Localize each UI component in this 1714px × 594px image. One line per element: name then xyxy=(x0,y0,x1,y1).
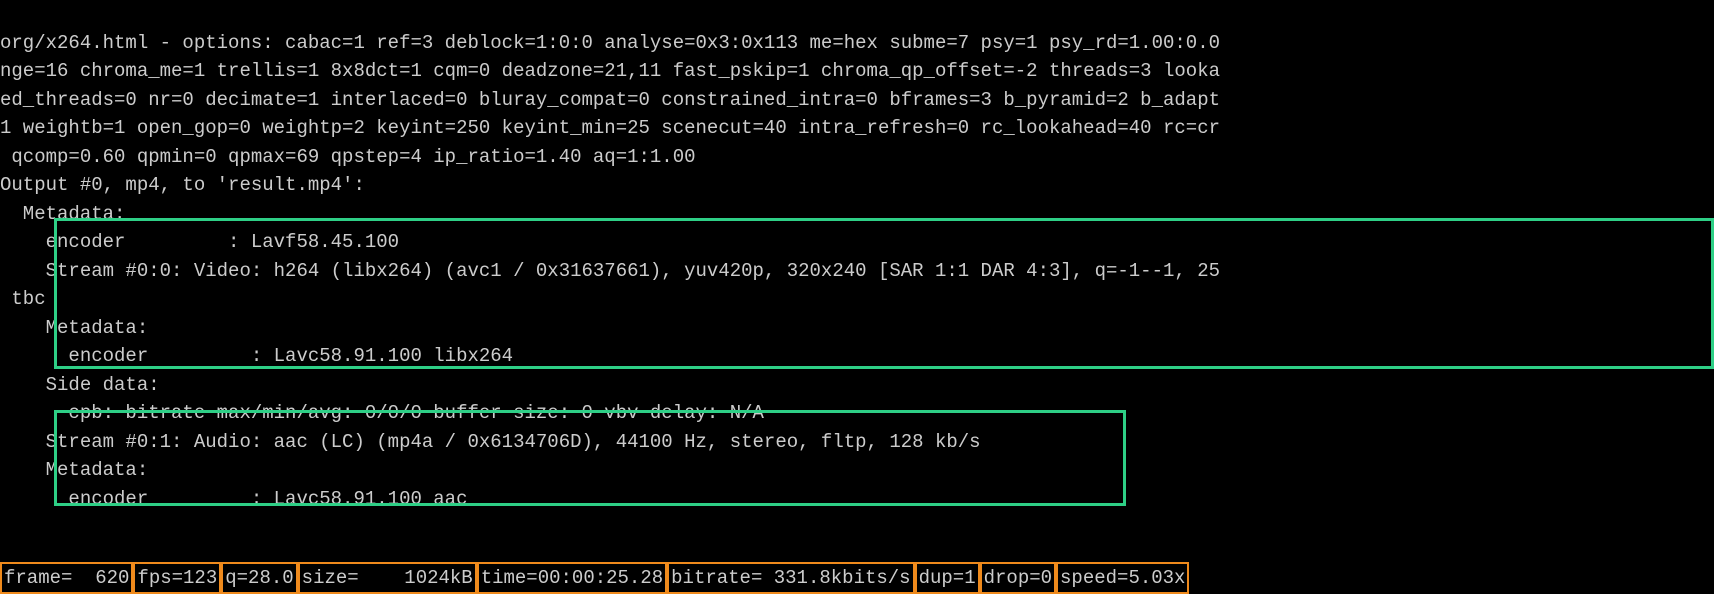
audio-encoder-line: encoder : Lavc58.91.100 aac xyxy=(0,488,467,510)
stat-speed: speed=5.03x xyxy=(1056,562,1189,594)
metadata-label: Metadata: xyxy=(0,203,125,225)
ffmpeg-progress-bar: frame= 620 fps=123 q=28.0 size= 1024kB t… xyxy=(0,562,1714,594)
x264-options-line-1: org/x264.html - options: cabac=1 ref=3 d… xyxy=(0,32,1220,54)
stream-video-line: Stream #0:0: Video: h264 (libx264) (avc1… xyxy=(0,260,1220,282)
tbc-line: tbc xyxy=(0,288,46,310)
terminal-output: org/x264.html - options: cabac=1 ref=3 d… xyxy=(0,0,1714,513)
x264-options-line-5: qcomp=0.60 qpmin=0 qpmax=69 qpstep=4 ip_… xyxy=(0,146,696,168)
stat-frame: frame= 620 xyxy=(0,562,133,594)
side-data-label: Side data: xyxy=(0,374,160,396)
stream-audio-line: Stream #0:1: Audio: aac (LC) (mp4a / 0x6… xyxy=(0,431,981,453)
stat-bitrate: bitrate= 331.8kbits/s xyxy=(667,562,914,594)
stat-dup: dup=1 xyxy=(915,562,980,594)
video-metadata-label: Metadata: xyxy=(0,317,148,339)
stat-drop: drop=0 xyxy=(980,562,1056,594)
encoder-lavf-line: encoder : Lavf58.45.100 xyxy=(0,231,399,253)
cpb-line: cpb: bitrate max/min/avg: 0/0/0 buffer s… xyxy=(0,402,764,424)
stat-time: time=00:00:25.28 xyxy=(477,562,667,594)
output-header-line: Output #0, mp4, to 'result.mp4': xyxy=(0,174,365,196)
x264-options-line-4: 1 weightb=1 open_gop=0 weightp=2 keyint=… xyxy=(0,117,1220,139)
x264-options-line-3: ed_threads=0 nr=0 decimate=1 interlaced=… xyxy=(0,89,1220,111)
x264-options-line-2: nge=16 chroma_me=1 trellis=1 8x8dct=1 cq… xyxy=(0,60,1220,82)
stat-size: size= 1024kB xyxy=(298,562,477,594)
stat-fps: fps=123 xyxy=(133,562,221,594)
audio-metadata-label: Metadata: xyxy=(0,459,148,481)
stat-q: q=28.0 xyxy=(221,562,297,594)
video-encoder-line: encoder : Lavc58.91.100 libx264 xyxy=(0,345,513,367)
